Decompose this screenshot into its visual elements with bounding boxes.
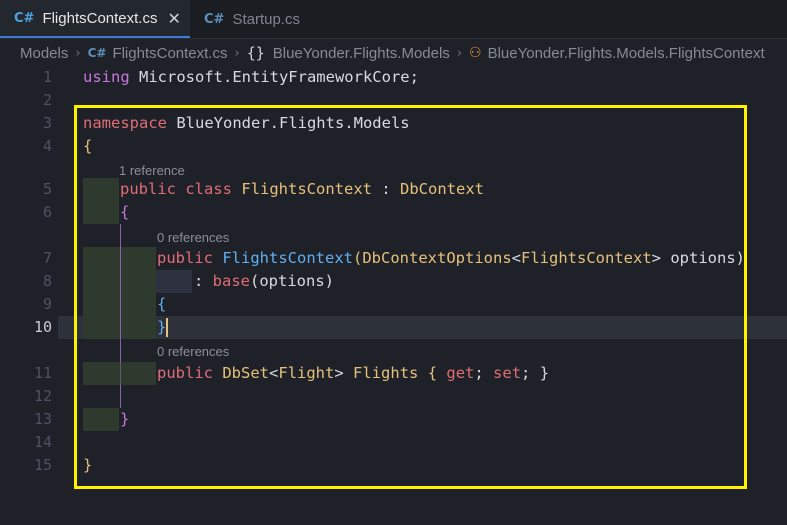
tab-label: FlightsContext.cs bbox=[42, 9, 158, 27]
line-number: 13 bbox=[33, 410, 52, 428]
line-number: 15 bbox=[33, 456, 52, 474]
line-number: 5 bbox=[42, 180, 52, 198]
tab-label: Startup.cs bbox=[232, 10, 300, 28]
line-number: 7 bbox=[42, 249, 52, 267]
code-line: 1 using Microsoft.EntityFrameworkCore; bbox=[0, 66, 787, 89]
line-number: 2 bbox=[42, 91, 52, 109]
breadcrumb-class[interactable]: BlueYonder.Flights.Models.FlightsContext bbox=[488, 45, 765, 62]
chevron-right-icon: › bbox=[75, 45, 81, 61]
chevron-right-icon: › bbox=[456, 45, 463, 61]
highlight-box bbox=[74, 105, 747, 489]
line-number: 8 bbox=[42, 272, 52, 290]
line-number: 4 bbox=[42, 137, 52, 155]
breadcrumb-namespace[interactable]: BlueYonder.Flights.Models bbox=[273, 45, 450, 62]
line-number: 10 bbox=[33, 318, 52, 336]
token: using bbox=[83, 68, 130, 86]
tab-flightscontext[interactable]: C# FlightsContext.cs ✕ bbox=[0, 0, 190, 38]
chevron-right-icon: › bbox=[234, 45, 240, 61]
line-number: 1 bbox=[42, 68, 52, 86]
line-number: 3 bbox=[42, 114, 52, 132]
line-number: 6 bbox=[42, 203, 52, 221]
close-icon[interactable]: ✕ bbox=[167, 9, 180, 28]
line-number: 11 bbox=[33, 364, 52, 382]
token: Microsoft.EntityFrameworkCore; bbox=[129, 68, 419, 86]
csharp-icon: C# bbox=[14, 10, 35, 26]
tab-startup[interactable]: C# Startup.cs bbox=[190, 0, 330, 38]
csharp-icon: C# bbox=[87, 46, 107, 60]
tab-bar: C# FlightsContext.cs ✕ C# Startup.cs bbox=[0, 0, 787, 39]
line-number: 12 bbox=[33, 387, 52, 405]
line-number: 14 bbox=[33, 433, 52, 451]
breadcrumb: Models › C# FlightsContext.cs › {} BlueY… bbox=[0, 40, 787, 66]
namespace-icon: {} bbox=[246, 44, 265, 62]
class-icon: ⚇ bbox=[469, 45, 482, 61]
csharp-icon: C# bbox=[204, 11, 225, 27]
breadcrumb-folder[interactable]: Models bbox=[20, 45, 68, 62]
line-number: 9 bbox=[42, 295, 52, 313]
breadcrumb-file[interactable]: FlightsContext.cs bbox=[112, 45, 227, 62]
